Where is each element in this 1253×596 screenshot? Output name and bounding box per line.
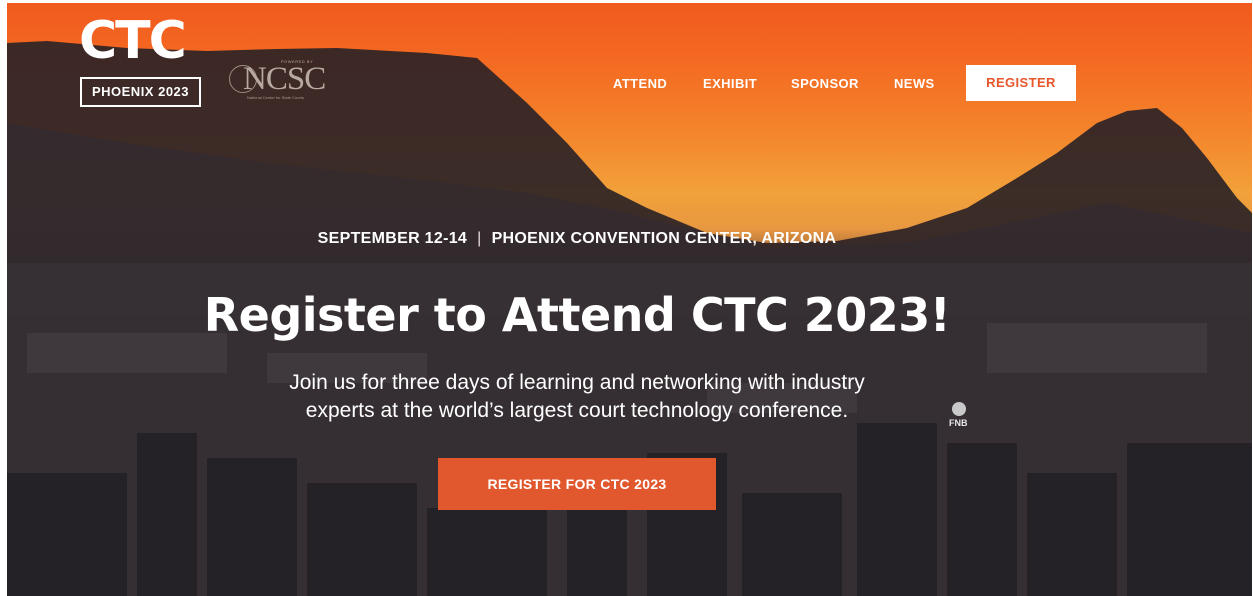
edition-badge: PHOENIX 2023 <box>80 77 201 107</box>
nav-news[interactable]: NEWS <box>894 76 935 91</box>
lede-line-1: Join us for three days of learning and n… <box>289 371 865 394</box>
ncsc-name: NCSC <box>243 61 326 97</box>
ncsc-subtitle: National Center for State Courts <box>247 95 304 100</box>
ctc-logo-text: CTC <box>79 11 187 71</box>
fnb-sign-text: FNB <box>949 418 968 428</box>
hero-headline: Register to Attend CTC 2023! <box>203 288 951 342</box>
ctc-logo[interactable]: CTC PHOENIX 2023 <box>77 11 207 107</box>
nav-sponsor[interactable]: SPONSOR <box>791 76 859 91</box>
lede-line-2: experts at the world’s largest court tec… <box>305 399 849 422</box>
ncsc-logo[interactable]: POWERED BY NCSC National Center for Stat… <box>229 59 329 100</box>
hero-lede: Join us for three days of learning and n… <box>222 369 932 425</box>
event-venue: PHOENIX CONVENTION CENTER, ARIZONA <box>491 230 837 247</box>
building-sign: FNB <box>949 402 968 428</box>
event-dates: SEPTEMBER 12-14 <box>317 230 468 247</box>
event-dateline: SEPTEMBER 12-14 | PHOENIX CONVENTION CENTE… <box>7 230 1147 248</box>
fnb-logo-icon <box>952 402 966 416</box>
register-cta-button[interactable]: REGISTER FOR CTC 2023 <box>438 458 716 510</box>
dateline-separator: | <box>477 230 482 247</box>
nav-register-button[interactable]: REGISTER <box>966 65 1076 101</box>
nav-exhibit[interactable]: EXHIBIT <box>703 76 757 91</box>
hero-banner: CTC PHOENIX 2023 POWERED BY NCSC Nationa… <box>7 3 1252 596</box>
nav-attend[interactable]: ATTEND <box>613 76 667 91</box>
